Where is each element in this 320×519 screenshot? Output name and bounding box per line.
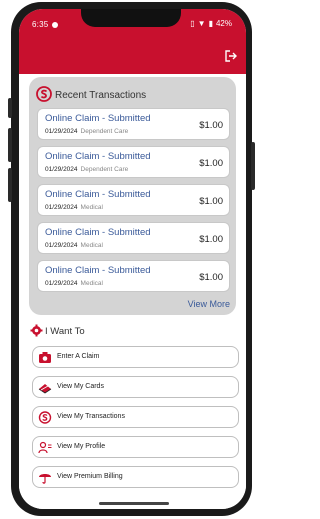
home-indicator bbox=[99, 502, 169, 505]
gear-icon bbox=[30, 324, 43, 337]
transaction-meta: 01/29/2024 Medical bbox=[45, 280, 103, 287]
volume-up-button bbox=[8, 128, 12, 162]
transaction-row[interactable]: Online Claim - Submitted 01/29/2024 Medic… bbox=[37, 260, 230, 292]
transaction-date: 01/29/2024 bbox=[45, 242, 78, 249]
settings-dot-icon bbox=[52, 22, 59, 28]
view-cards-label: View My Cards bbox=[57, 383, 104, 390]
enter-claim-button[interactable]: Enter A Claim bbox=[32, 346, 239, 368]
cards-icon bbox=[38, 384, 52, 394]
profile-icon bbox=[38, 441, 52, 454]
transaction-amount: $1.00 bbox=[199, 272, 223, 283]
enter-claim-label: Enter A Claim bbox=[57, 353, 100, 360]
transaction-row[interactable]: Online Claim - Submitted 01/29/2024 Medic… bbox=[37, 222, 230, 254]
power-button bbox=[251, 142, 255, 190]
transaction-row[interactable]: Online Claim - Submitted 01/29/2024 Depen… bbox=[37, 108, 230, 140]
transaction-title: Online Claim - Submitted bbox=[45, 113, 151, 124]
i-want-to-title: I Want To bbox=[45, 326, 85, 337]
transaction-title: Online Claim - Submitted bbox=[45, 151, 151, 162]
transaction-amount: $1.00 bbox=[199, 196, 223, 207]
view-transactions-label: View My Transactions bbox=[57, 413, 125, 420]
volume-down-button bbox=[8, 168, 12, 202]
transaction-title: Online Claim - Submitted bbox=[45, 189, 151, 200]
transaction-title: Online Claim - Submitted bbox=[45, 227, 151, 238]
recent-transactions-title: Recent Transactions bbox=[55, 90, 147, 101]
transaction-date: 01/29/2024 bbox=[45, 204, 78, 211]
mute-button bbox=[8, 98, 12, 118]
transaction-amount: $1.00 bbox=[199, 120, 223, 131]
transactions-logo-icon bbox=[36, 86, 52, 102]
main-content: Recent Transactions Online Claim - Submi… bbox=[19, 74, 246, 509]
wifi-icon: ▼ bbox=[197, 19, 206, 28]
transaction-category: Dependent Care bbox=[80, 166, 129, 173]
transaction-meta: 01/29/2024 Dependent Care bbox=[45, 128, 128, 135]
transaction-meta: 01/29/2024 Medical bbox=[45, 204, 103, 211]
status-time: 6:35 bbox=[32, 20, 59, 29]
camera-notch bbox=[81, 9, 181, 27]
umbrella-icon bbox=[39, 474, 51, 484]
battery-icon: ▮ bbox=[208, 19, 213, 28]
transaction-amount: $1.00 bbox=[199, 234, 223, 245]
recent-transactions-card: Recent Transactions Online Claim - Submi… bbox=[29, 77, 236, 315]
status-bar: 6:35 ▯ ▼ ▮ 42% bbox=[19, 9, 246, 36]
status-icons: ▯ ▼ ▮ 42% bbox=[187, 19, 232, 28]
transaction-row[interactable]: Online Claim - Submitted 01/29/2024 Medic… bbox=[37, 184, 230, 216]
transaction-row[interactable]: Online Claim - Submitted 01/29/2024 Depen… bbox=[37, 146, 230, 178]
transaction-category: Medical bbox=[80, 204, 103, 211]
view-premium-billing-label: View Premium Billing bbox=[57, 473, 123, 480]
logout-icon[interactable] bbox=[225, 50, 237, 62]
battery-percent: 42% bbox=[215, 19, 232, 28]
transactions-icon bbox=[38, 411, 52, 424]
view-transactions-button[interactable]: View My Transactions bbox=[32, 406, 239, 428]
transaction-amount: $1.00 bbox=[199, 158, 223, 169]
transaction-category: Medical bbox=[80, 242, 103, 249]
phone-screen: 6:35 ▯ ▼ ▮ 42% Recent Transactions Online C… bbox=[19, 9, 246, 509]
transaction-category: Medical bbox=[80, 280, 103, 287]
transaction-meta: 01/29/2024 Dependent Care bbox=[45, 166, 128, 173]
view-profile-button[interactable]: View My Profile bbox=[32, 436, 239, 458]
vibrate-icon: ▯ bbox=[190, 19, 195, 28]
view-cards-button[interactable]: View My Cards bbox=[32, 376, 239, 398]
app-header bbox=[19, 36, 246, 74]
transaction-title: Online Claim - Submitted bbox=[45, 265, 151, 276]
transaction-date: 01/29/2024 bbox=[45, 280, 78, 287]
camera-icon bbox=[39, 352, 51, 363]
view-more-link[interactable]: View More bbox=[188, 299, 230, 309]
view-profile-label: View My Profile bbox=[57, 443, 106, 450]
view-premium-billing-button[interactable]: View Premium Billing bbox=[32, 466, 239, 488]
transaction-date: 01/29/2024 bbox=[45, 128, 78, 135]
time-text: 6:35 bbox=[32, 20, 49, 29]
transaction-date: 01/29/2024 bbox=[45, 166, 78, 173]
transaction-meta: 01/29/2024 Medical bbox=[45, 242, 103, 249]
transaction-category: Dependent Care bbox=[80, 128, 129, 135]
